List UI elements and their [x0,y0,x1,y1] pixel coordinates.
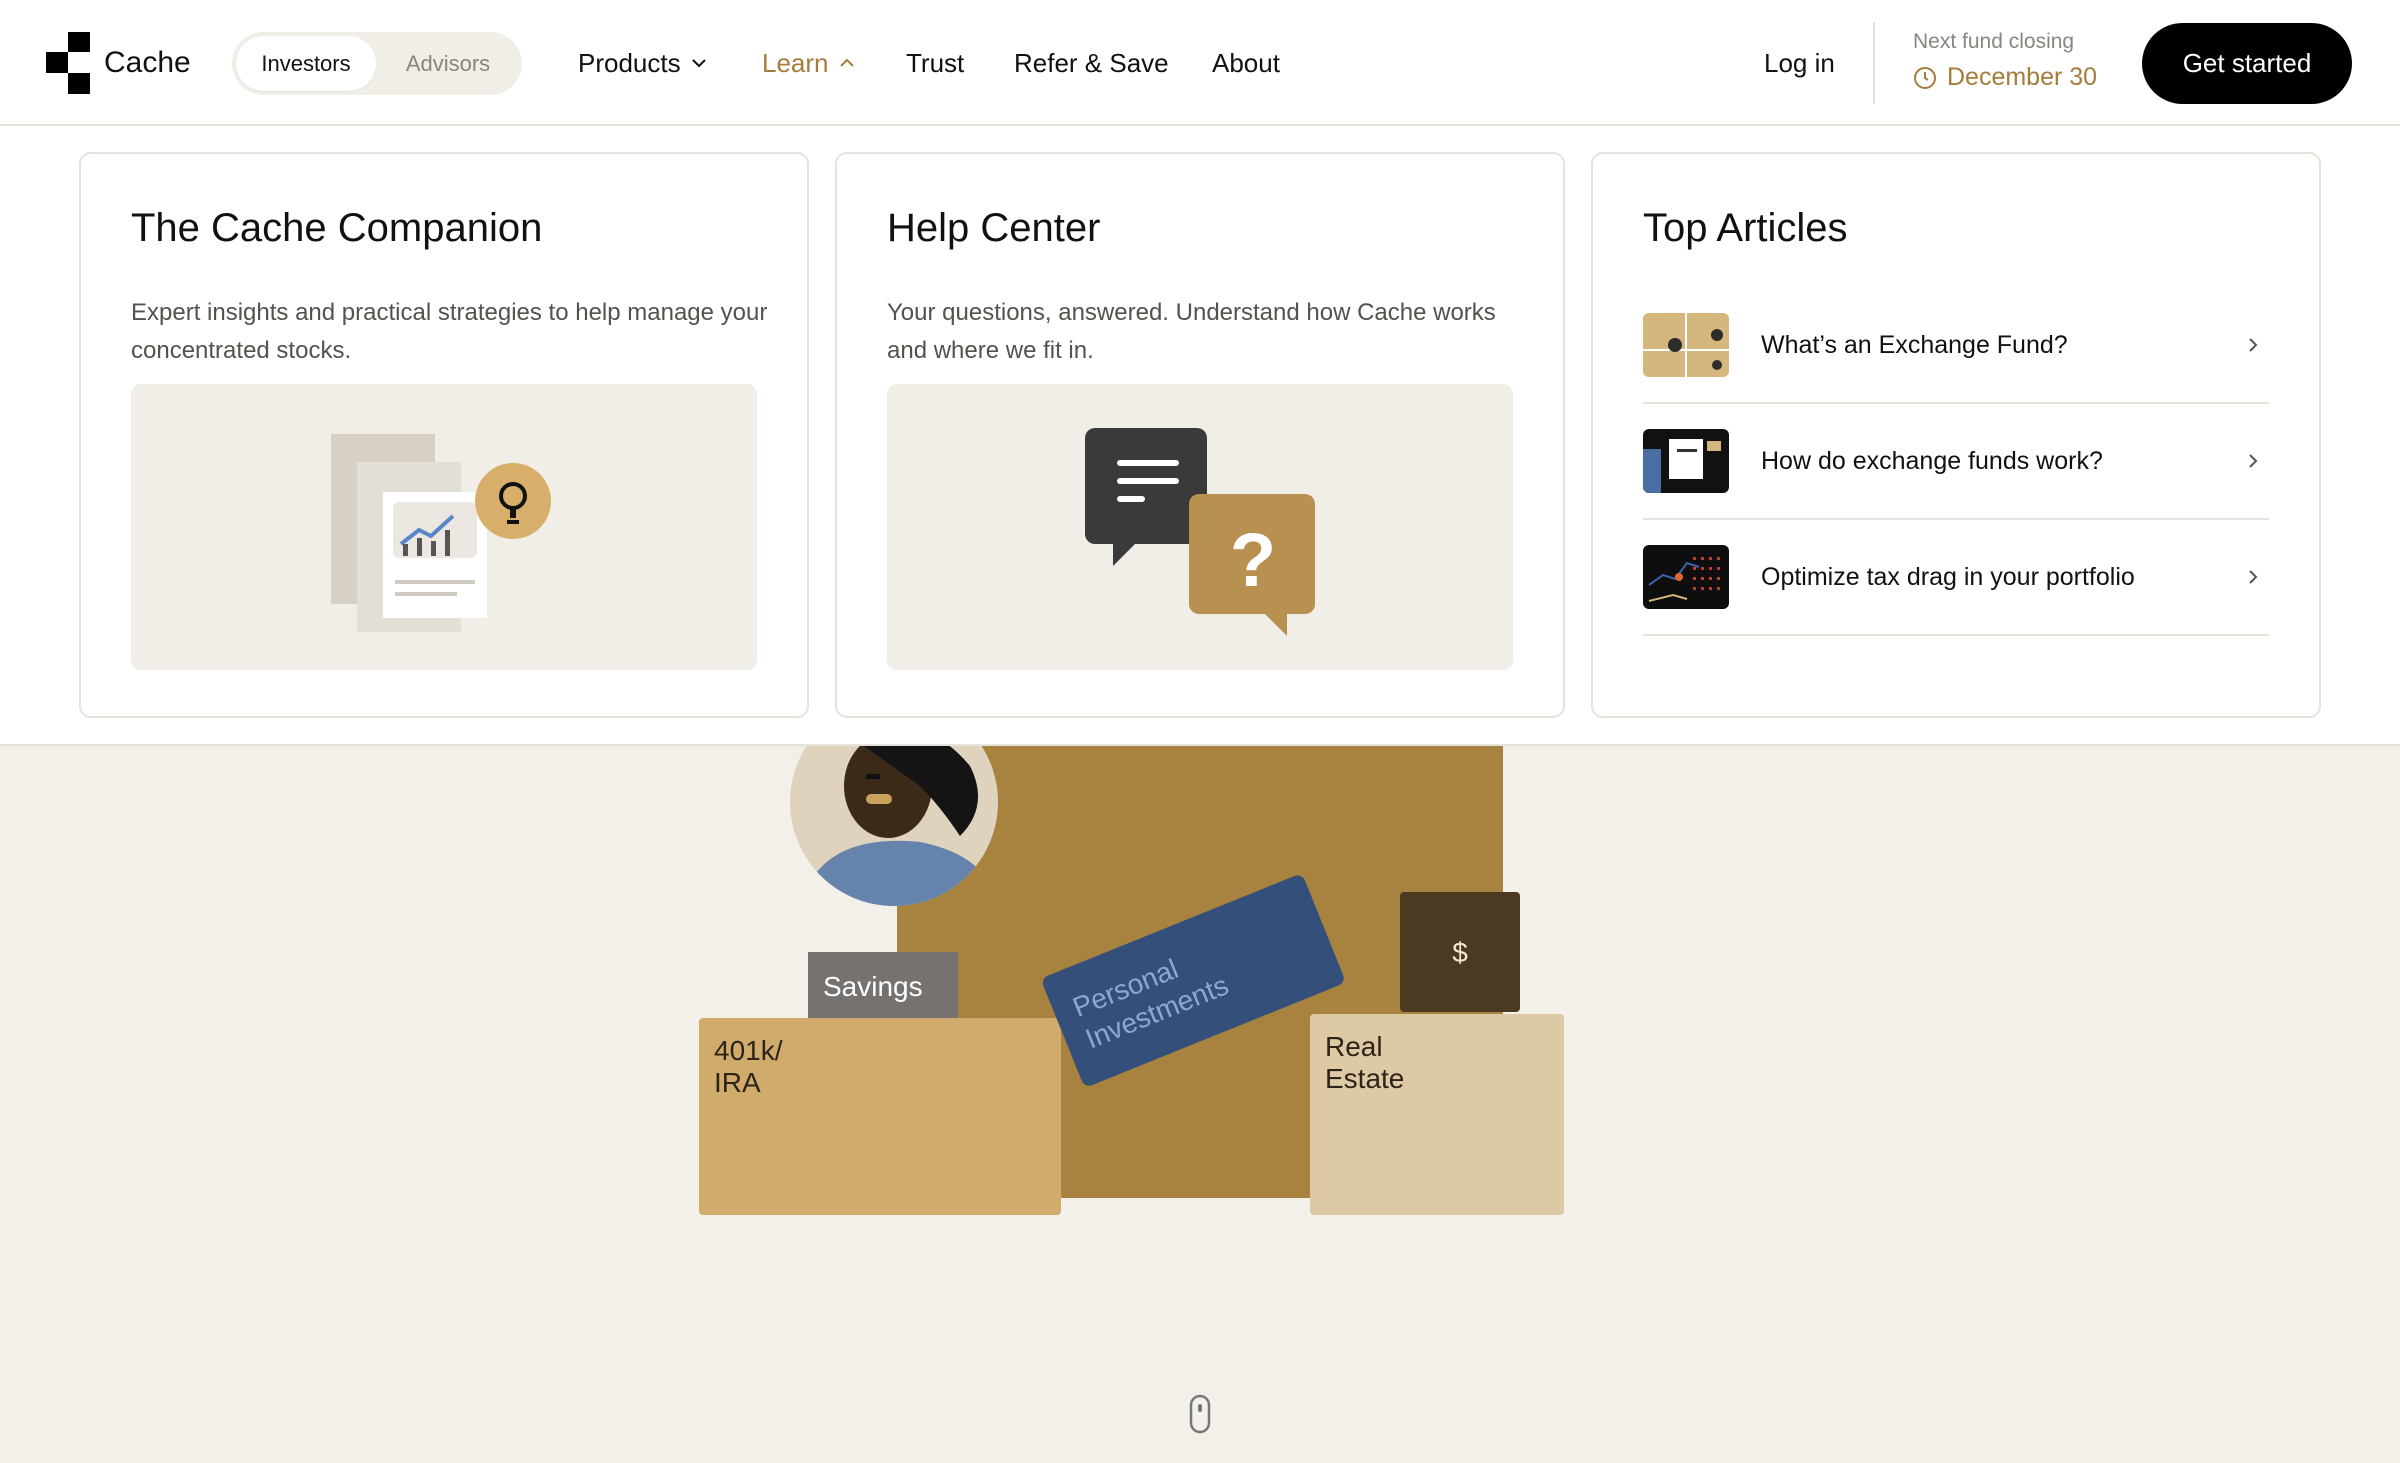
portfolio-boxes-illustration: Savings 401k/ IRA Personal Investments $… [699,746,1564,1434]
hero-illustration: Savings 401k/ IRA Personal Investments $… [0,746,2400,1463]
get-started-button[interactable]: Get started [2142,23,2352,104]
nav-about-label: About [1212,47,1280,78]
nav-products[interactable]: Products [578,0,707,126]
svg-text:?: ? [1230,518,1276,603]
nav-about[interactable]: About [1212,0,1280,126]
chat-question-icon: ? [1085,428,1315,636]
fund-closing-label: Next fund closing [1913,30,2075,53]
nav-products-label: Products [578,47,681,78]
article-item[interactable]: What’s an Exchange Fund? [1643,288,2269,404]
help-center-title: Help Center [887,206,1101,250]
nav-trust[interactable]: Trust [906,0,964,126]
header-divider [1873,22,1875,104]
fund-closing-date: December 30 [1913,63,2097,92]
fund-closing-date-text: December 30 [1947,63,2098,91]
brand-name: Cache [104,46,191,79]
scroll-mouse-icon [1189,1394,1211,1434]
chevron-right-icon [2249,570,2258,584]
chevron-up-icon [839,58,854,67]
chevron-down-icon [691,59,706,68]
help-center-card[interactable]: Help Center Your questions, answered. Un… [835,152,1565,718]
nav-refer-label: Refer & Save [1014,47,1169,78]
dollar-label: $ [1452,937,1468,968]
nav-trust-label: Trust [906,47,965,78]
nav-learn-label: Learn [762,47,829,78]
article-title: How do exchange funds work? [1761,446,2103,475]
clock-icon [1914,66,1936,89]
cache-logo-icon [46,32,90,94]
toggle-investors[interactable]: Investors [236,36,376,91]
help-center-description: Your questions, answered. Understand how… [887,299,1496,364]
top-articles-card: Top Articles What’s an Exchange Fund? Ho… [1591,152,2321,718]
savings-label: Savings [823,971,923,1002]
companion-card[interactable]: The Cache Companion Expert insights and … [79,152,809,718]
article-title: Optimize tax drag in your portfolio [1761,562,2135,591]
top-navigation: Cache Investors Advisors Products Learn … [0,0,2400,126]
chevron-right-icon [2249,338,2258,352]
login-link[interactable]: Log in [1764,0,1835,126]
ira-label-line2: IRA [714,1067,761,1098]
article-item[interactable]: How do exchange funds work? [1643,404,2269,520]
chevron-right-icon [2249,454,2258,468]
learn-dropdown-panel: The Cache Companion Expert insights and … [0,126,2400,746]
nav-learn[interactable]: Learn [762,0,855,126]
brand-logo[interactable]: Cache [46,32,191,94]
companion-title: The Cache Companion [131,206,543,250]
companion-illustration [131,384,757,670]
article-item[interactable]: Optimize tax drag in your portfolio [1643,520,2269,636]
real-estate-line2: Estate [1325,1063,1404,1094]
ira-label-line1: 401k/ [714,1035,783,1066]
companion-description: Expert insights and practical strategies… [131,299,768,364]
top-articles-title: Top Articles [1643,206,1848,250]
article-thumbnail [1643,313,1729,377]
report-lightbulb-icon [331,434,551,632]
help-center-illustration: ? [887,384,1513,670]
article-title: What’s an Exchange Fund? [1761,330,2068,359]
nav-refer[interactable]: Refer & Save [1014,0,1169,126]
real-estate-line1: Real [1325,1031,1383,1062]
audience-toggle: Investors Advisors [232,32,522,95]
article-thumbnail [1643,545,1729,609]
toggle-advisors[interactable]: Advisors [378,36,518,91]
article-thumbnail [1643,429,1729,493]
